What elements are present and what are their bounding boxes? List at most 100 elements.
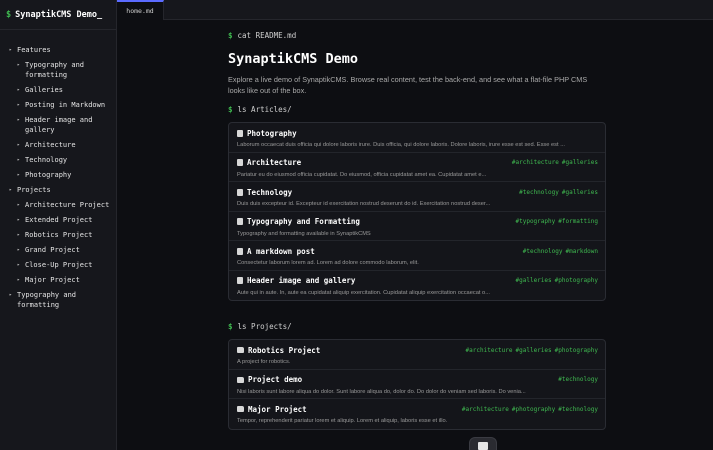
tag-link[interactable]: #photography [555, 347, 598, 354]
tag-link[interactable]: #galleries [562, 159, 598, 166]
tab-home-md[interactable]: home.md [117, 0, 164, 20]
project-row[interactable]: Robotics Project #architecture #galleries #… [229, 340, 605, 370]
row-description: A project for robotics. [237, 359, 291, 365]
file-icon [237, 188, 243, 196]
tag-link[interactable]: #galleries [562, 189, 598, 196]
triangle-right-icon: ▸ [17, 87, 21, 93]
article-row[interactable]: Technology #technology #galleries Duis duis… [229, 182, 605, 212]
tag-link[interactable]: #technology [523, 248, 563, 255]
row-description: Consectetur laborum lorem ad. Lorem ad d… [237, 260, 419, 266]
sidebar-item[interactable]: ▸ Architecture Project [0, 200, 116, 210]
sidebar-item-label: Header image and gallery [25, 116, 93, 134]
article-row[interactable]: Photography Laborum occaecat duis officia… [229, 123, 605, 153]
tag-link[interactable]: #architecture [512, 159, 559, 166]
folder-icon [237, 376, 244, 383]
tag-list: #architecture #galleries #photography [466, 347, 598, 354]
command-text: cat README.md [237, 31, 297, 40]
tag-link[interactable]: #photography [512, 406, 555, 413]
sidebar-item-label: Features [17, 46, 51, 54]
row-title[interactable]: Typography and Formatting [247, 217, 360, 226]
row-title[interactable]: Major Project [248, 405, 307, 414]
triangle-right-icon: ▸ [17, 277, 21, 283]
file-icon [237, 218, 243, 225]
file-icon [237, 277, 243, 284]
tag-link[interactable]: #markdown [565, 248, 598, 255]
row-title[interactable]: Photography [247, 129, 297, 138]
file-icon [237, 129, 243, 137]
row-description: Pariatur eu do eiusmod officia cupidatat… [237, 171, 487, 178]
tag-link[interactable]: #galleries [516, 347, 552, 354]
sidebar-item[interactable]: ▸ Galleries [0, 85, 116, 95]
row-description: Tempor, reprehenderit pariatur lorem et … [237, 418, 448, 424]
triangle-right-icon: ▸ [17, 217, 21, 223]
triangle-right-icon: ▸ [17, 157, 21, 163]
sidebar-item[interactable]: ▸ Posting in Markdown [0, 100, 116, 110]
sidebar-item[interactable]: ▸ Extended Project [0, 215, 116, 225]
row-title[interactable]: A markdown post [247, 247, 315, 256]
sidebar-item[interactable]: ▸ Typography and formatting [0, 290, 116, 310]
sidebar-item-label: Technology [25, 156, 68, 164]
sidebar-item[interactable]: ▸ Header image and gallery [0, 115, 116, 135]
row-description: Laborum occaecat duis officia qui dolore… [237, 142, 565, 148]
tag-link[interactable]: #architecture [466, 347, 513, 354]
tag-link[interactable]: #photography [555, 277, 598, 284]
sidebar-item-label: Posting in Markdown [25, 101, 106, 109]
row-title[interactable]: Robotics Project [248, 346, 320, 355]
folder-icon [237, 406, 244, 412]
sidebar-item[interactable]: ▸ Photography [0, 170, 116, 180]
sidebar-item-label: Typography and formatting [17, 291, 77, 309]
sidebar-item[interactable]: ▸ Projects [0, 185, 116, 195]
row-description: Duis duis excepteur id. Excepteur id exe… [237, 201, 491, 207]
sidebar-item-label: Typography and formatting [25, 61, 85, 79]
sidebar-item[interactable]: ▸ Robotics Project [0, 230, 116, 240]
row-title[interactable]: Project demo [248, 375, 302, 384]
sidebar-item[interactable]: ▸ Architecture [0, 140, 116, 150]
intro-text: Explore a live demo of SynaptikCMS. Brow… [228, 75, 588, 95]
article-row[interactable]: Architecture #architecture #galleries Paria… [229, 153, 605, 182]
sidebar-item[interactable]: ▸ Major Project [0, 275, 116, 285]
article-row[interactable]: Typography and Formatting #typography #for… [229, 212, 605, 241]
row-title[interactable]: Architecture [247, 158, 301, 167]
triangle-right-icon: ▸ [17, 142, 21, 148]
tag-link[interactable]: #technology [558, 406, 598, 413]
command-readme: $ cat README.md [228, 30, 606, 42]
article-row[interactable]: A markdown post #technology #markdown Conse… [229, 241, 605, 271]
triangle-right-icon: ▸ [17, 247, 21, 253]
row-description: Aute qui in aute. In, aute ea cupidatat … [237, 289, 490, 296]
triangle-right-icon: ▸ [17, 117, 21, 123]
project-row[interactable]: Major Project #architecture #photography #t… [229, 399, 605, 429]
tag-link[interactable]: #architecture [462, 406, 509, 413]
triangle-right-icon: ▸ [17, 232, 21, 238]
tag-link[interactable]: #formatting [558, 218, 598, 225]
tag-link[interactable]: #typography [516, 218, 556, 225]
prompt-icon: $ [6, 9, 12, 20]
sidebar-item-label: Photography [25, 171, 72, 179]
sidebar-item[interactable]: ▸ Features [0, 45, 116, 55]
page-title: SynaptikCMS Demo [228, 51, 359, 67]
sidebar-item-label: Close-Up Project [25, 261, 93, 269]
sidebar: $ SynaptikCMS Demo_ ▸ Features ▸ Typography… [0, 0, 117, 450]
site-logo[interactable]: $ SynaptikCMS Demo_ [0, 0, 116, 30]
command-projects: $ ls Projects/ [228, 321, 606, 333]
site-title: SynaptikCMS Demo_ [15, 9, 103, 20]
file-icon [237, 247, 243, 255]
command-text: ls Articles/ [237, 105, 292, 114]
tag-link[interactable]: #galleries [516, 277, 552, 284]
project-row[interactable]: Project demo #technology Nisi laboris sunt… [229, 370, 605, 399]
sidebar-item[interactable]: ▸ Typography and formatting [0, 60, 116, 80]
row-title[interactable]: Header image and gallery [247, 276, 355, 285]
sidebar-item-label: Architecture Project [25, 201, 110, 209]
folder-icon [237, 347, 244, 353]
clipboard-icon[interactable] [469, 437, 497, 450]
sidebar-item[interactable]: ▸ Grand Project [0, 245, 116, 255]
tag-link[interactable]: #technology [519, 189, 559, 196]
prompt-icon: $ [228, 322, 233, 331]
tag-link[interactable]: #technology [558, 376, 598, 383]
tag-list: #technology [558, 376, 598, 383]
article-row[interactable]: Header image and gallery #galleries #photo… [229, 271, 605, 301]
row-title[interactable]: Technology [247, 188, 292, 197]
triangle-right-icon: ▸ [17, 62, 21, 68]
sidebar-nav: ▸ Features ▸ Typography and formatting ▸ Gall… [0, 30, 116, 310]
sidebar-item[interactable]: ▸ Close-Up Project [0, 260, 116, 270]
sidebar-item[interactable]: ▸ Technology [0, 155, 116, 165]
